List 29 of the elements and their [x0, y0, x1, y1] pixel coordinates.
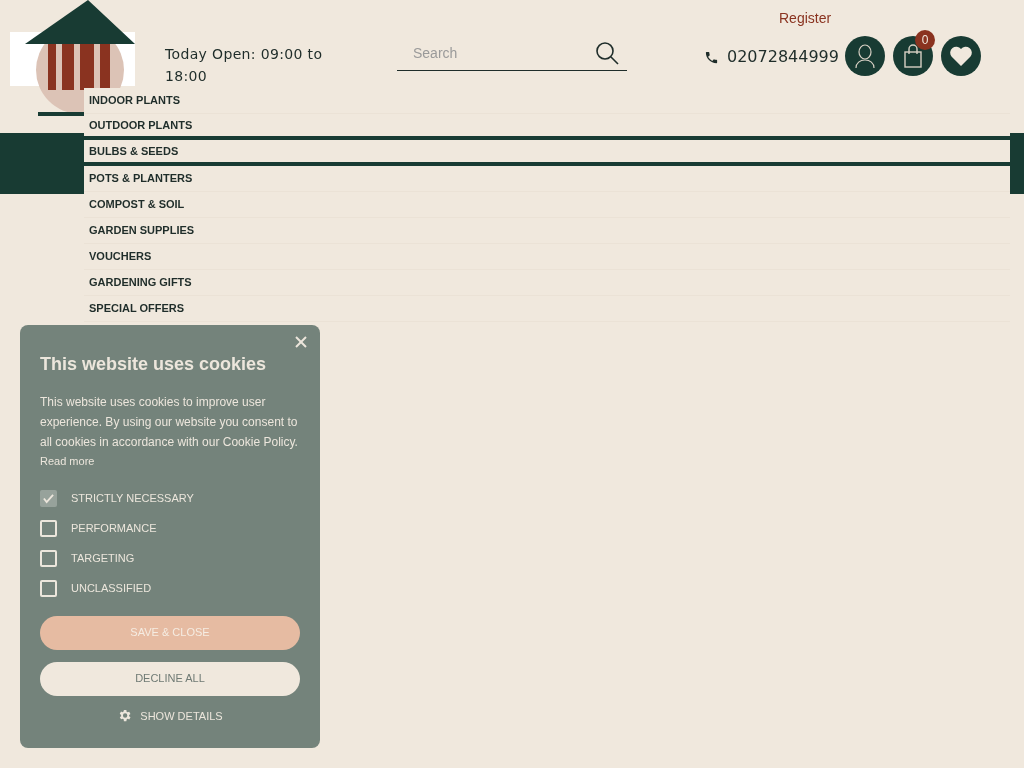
- option-label: STRICTLY NECESSARY: [71, 491, 194, 507]
- phone-number[interactable]: 02072844999: [727, 45, 839, 69]
- search-icon[interactable]: [595, 41, 619, 65]
- account-button[interactable]: [845, 36, 885, 76]
- opening-hours: Today Open: 09:00 to 18:00: [165, 45, 324, 86]
- close-icon: [295, 336, 307, 348]
- bag-icon: [903, 44, 923, 68]
- check-icon: [43, 493, 54, 504]
- heart-icon: [949, 45, 973, 67]
- menu-item[interactable]: INDOOR PLANTS: [84, 88, 1010, 114]
- option-label: PERFORMANCE: [71, 521, 157, 537]
- phone-icon: [704, 49, 719, 65]
- option-label: TARGETING: [71, 551, 135, 567]
- gear-icon: [117, 708, 133, 724]
- dialog-title: This website uses cookies: [40, 353, 268, 376]
- basket-button[interactable]: [893, 36, 933, 76]
- basket-count-badge: 0: [915, 30, 935, 50]
- menu-item[interactable]: POTS & PLANTERS: [84, 166, 1010, 192]
- wishlist-button[interactable]: [941, 36, 981, 76]
- checkbox[interactable]: [40, 580, 57, 597]
- dialog-text: This website uses cookies to improve user experience. By using our website you consent to all cookies in accordance with our Cookie Policy.: [40, 394, 299, 451]
- search-field[interactable]: Search: [413, 42, 573, 64]
- menu-item[interactable]: COMPOST & SOIL: [84, 192, 1010, 218]
- register-link[interactable]: Register: [779, 8, 832, 29]
- checkbox[interactable]: [40, 520, 57, 537]
- person-icon: [854, 43, 876, 69]
- checkbox[interactable]: [40, 550, 57, 567]
- option-label: UNCLASSIFIED: [71, 581, 152, 597]
- decline-button[interactable]: DECLINE ALL: [40, 661, 300, 696]
